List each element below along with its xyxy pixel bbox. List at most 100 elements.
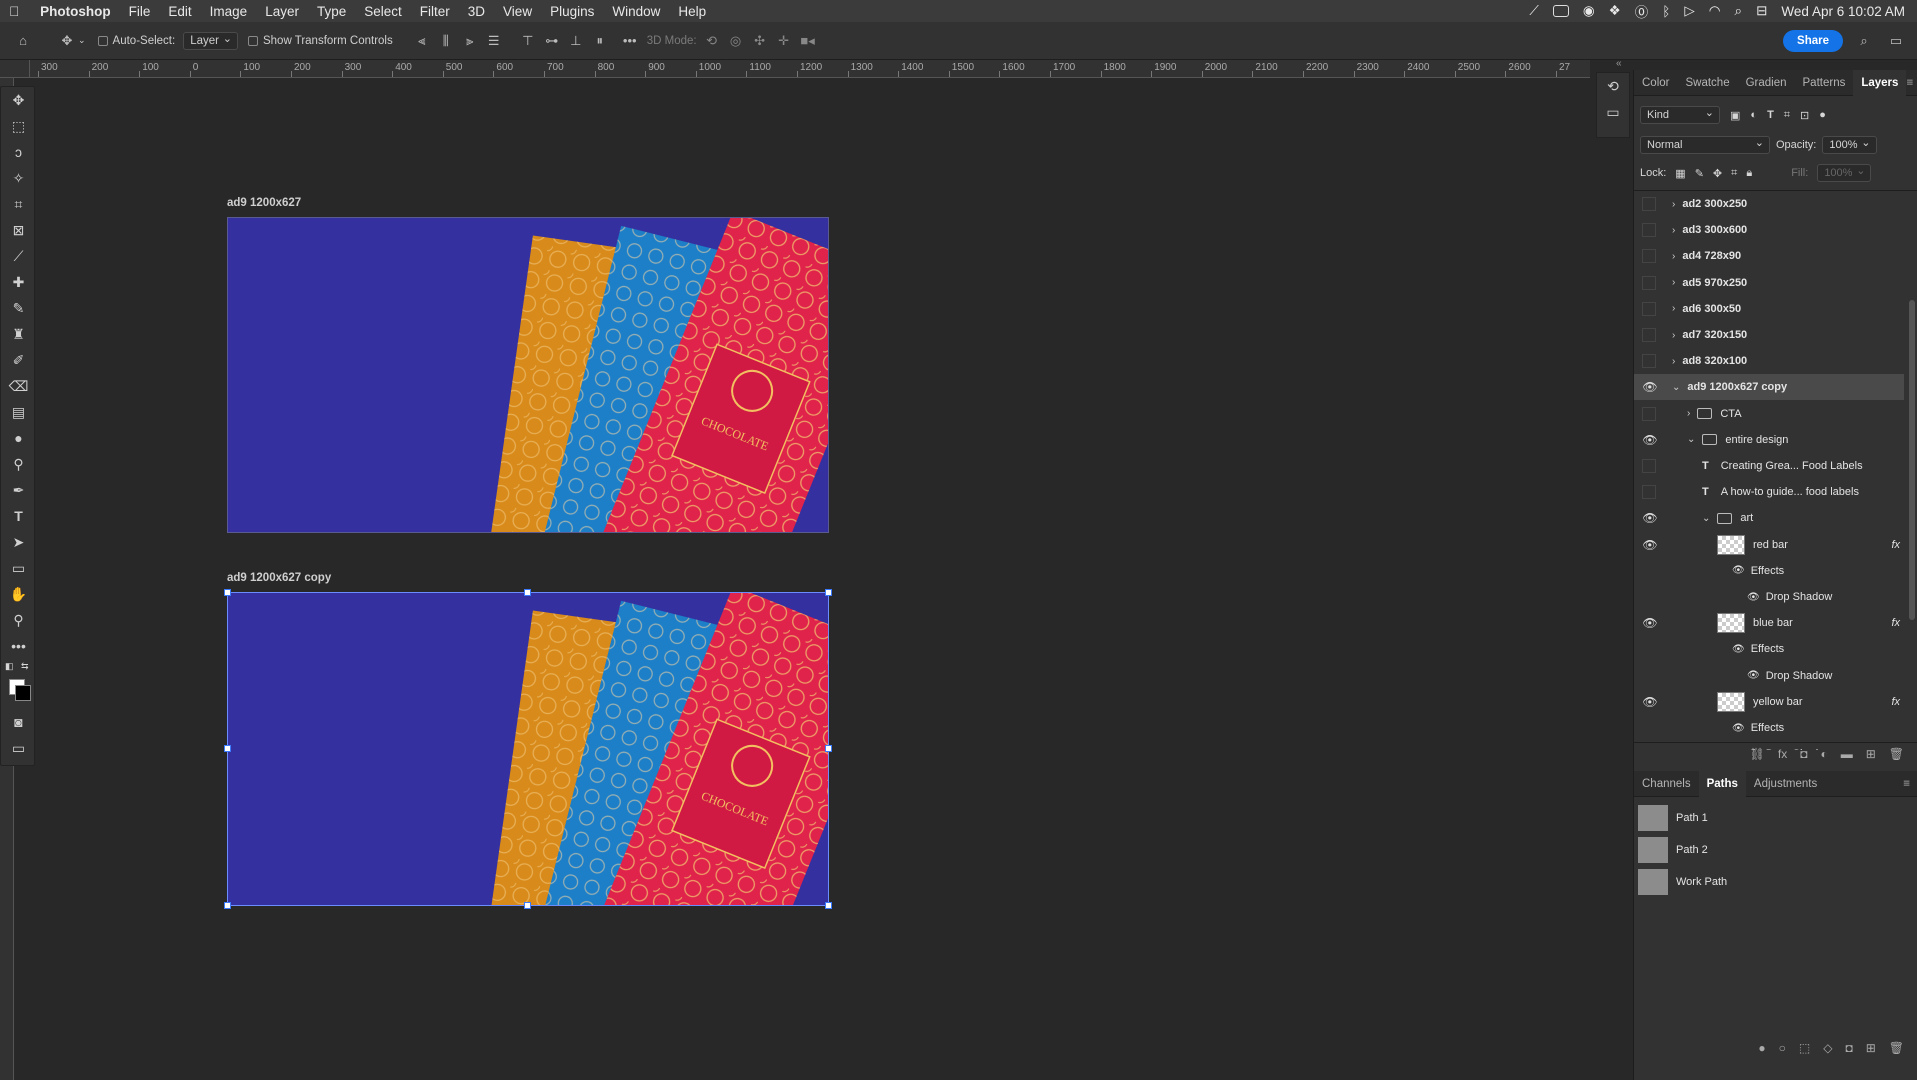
healing-brush-icon[interactable]: ✚ xyxy=(1,269,36,295)
visibility-eye-icon[interactable] xyxy=(1642,406,1656,421)
align-top-icon[interactable]: ⊤ xyxy=(517,30,539,52)
link-layers-icon[interactable]: ⛓ xyxy=(1750,747,1765,761)
comments-icon[interactable]: ▭ xyxy=(1597,99,1629,125)
effect-eye-icon[interactable]: 👁︎ xyxy=(1747,592,1760,603)
layer-row[interactable]: 👁︎ ⌄ ad9 1200x627 copy xyxy=(1634,374,1904,401)
new-path-icon[interactable]: ⊞ xyxy=(1866,1041,1876,1055)
expand-chevron-icon[interactable]: ⌄ xyxy=(1672,382,1680,393)
hand-tool-icon[interactable]: ✋ xyxy=(1,581,36,607)
layer-row[interactable]: › ad7 320x150 xyxy=(1634,322,1904,348)
visibility-eye-icon[interactable]: 👁︎ xyxy=(1642,433,1658,447)
roll-icon[interactable]: ◎ xyxy=(725,30,747,52)
menu-view[interactable]: View xyxy=(494,4,541,19)
new-layer-icon[interactable]: ⊞ xyxy=(1866,747,1876,761)
filter-adjust-icon[interactable]: ◐ xyxy=(1750,109,1757,121)
tab-color[interactable]: Color xyxy=(1634,70,1677,96)
transform-handle[interactable] xyxy=(224,745,231,752)
camera-icon[interactable]: ■◂ xyxy=(797,30,819,52)
menu-help[interactable]: Help xyxy=(669,4,715,19)
visibility-eye-icon[interactable] xyxy=(1642,301,1656,316)
status-icon[interactable]: ⟋ xyxy=(1529,3,1538,19)
layer-row[interactable]: 👁︎ Drop Shadow xyxy=(1634,663,1904,689)
layer-row[interactable]: › ad6 300x50 xyxy=(1634,296,1904,322)
auto-select-dropdown[interactable]: Layer xyxy=(183,31,238,50)
layers-scrollbar[interactable] xyxy=(1909,300,1915,620)
layer-row[interactable]: › ad5 970x250 xyxy=(1634,270,1904,296)
swap-colors-icon[interactable]: ⇆ xyxy=(21,661,29,672)
tab-patterns[interactable]: Patterns xyxy=(1795,70,1854,96)
transform-handle[interactable] xyxy=(825,902,832,909)
menu-image[interactable]: Image xyxy=(201,4,257,19)
history-icon[interactable]: ⟲ xyxy=(1597,73,1629,99)
path-selection-icon[interactable]: ➤ xyxy=(1,529,36,555)
new-adjustment-icon[interactable]: ◐ xyxy=(1820,747,1827,761)
fill-path-icon[interactable]: ● xyxy=(1758,1041,1765,1055)
layer-row[interactable]: 👁︎ ⌄ entire design xyxy=(1634,427,1904,453)
layer-row[interactable]: › ad8 320x100 xyxy=(1634,348,1904,374)
expand-chevron-icon[interactable]: ⌄ xyxy=(1702,513,1710,524)
visibility-eye-icon[interactable]: 👁︎ xyxy=(1642,380,1658,394)
marquee-tool-icon[interactable]: ⬚ xyxy=(1,113,36,139)
layer-row[interactable]: 👁︎ ⌄ art xyxy=(1634,505,1904,531)
eyedropper-icon[interactable]: ⟋ xyxy=(1,243,36,269)
gradient-tool-icon[interactable]: ▤ xyxy=(1,399,36,425)
auto-select-checkbox[interactable] xyxy=(97,35,108,46)
visibility-eye-icon[interactable] xyxy=(1642,459,1656,473)
menu-plugins[interactable]: Plugins xyxy=(541,4,603,19)
artboard-label[interactable]: ad9 1200x627 xyxy=(227,197,301,209)
effect-eye-icon[interactable]: 👁︎ xyxy=(1732,723,1745,734)
layer-row[interactable]: › ad4 728x90 xyxy=(1634,243,1904,269)
play-icon[interactable]: ▷ xyxy=(1684,3,1694,19)
filter-pixel-icon[interactable]: ▣ xyxy=(1730,109,1740,122)
fx-icon[interactable]: fx xyxy=(1891,539,1900,551)
expand-chevron-icon[interactable]: › xyxy=(1672,356,1675,367)
effect-eye-icon[interactable]: 👁︎ xyxy=(1732,565,1745,576)
panel-menu-icon[interactable]: ≡ xyxy=(1903,778,1917,790)
artboard-label[interactable]: ad9 1200x627 copy xyxy=(227,572,331,584)
transform-handle[interactable] xyxy=(825,589,832,596)
tab-layers[interactable]: Layers xyxy=(1853,69,1907,96)
menu-type[interactable]: Type xyxy=(308,4,355,19)
expand-chevron-icon[interactable]: ⌄ xyxy=(1687,434,1695,445)
panel-menu-icon[interactable]: ≡ xyxy=(1906,77,1917,89)
delete-layer-icon[interactable]: 🗑︎ xyxy=(1889,747,1904,761)
kind-filter-dropdown[interactable]: Kind xyxy=(1640,106,1720,124)
transform-handle[interactable] xyxy=(224,589,231,596)
artboard-selected[interactable]: CHOCOLATE xyxy=(227,592,829,906)
clone-stamp-icon[interactable]: ♜ xyxy=(1,321,36,347)
brush-tool-icon[interactable]: ✎ xyxy=(1,295,36,321)
rectangle-tool-icon[interactable]: ▭ xyxy=(1,555,36,581)
layer-row[interactable]: 👁︎ Effects xyxy=(1634,558,1904,584)
cc-icon[interactable]: ◉ xyxy=(1583,3,1595,19)
layer-row[interactable]: 👁︎ blue bar fx xyxy=(1634,610,1904,636)
visibility-eye-icon[interactable]: 👁︎ xyxy=(1642,695,1658,709)
quick-mask-icon[interactable]: ◙ xyxy=(1,709,36,735)
crop-tool-icon[interactable]: ⌗ xyxy=(1,191,36,217)
blur-tool-icon[interactable]: ● xyxy=(1,425,36,451)
opacity-field[interactable]: 100% xyxy=(1822,136,1877,154)
layer-row[interactable]: 👁︎ Effects xyxy=(1634,715,1904,741)
clock[interactable]: Wed Apr 6 10:02 AM xyxy=(1781,4,1905,19)
align-hcenter-icon[interactable]: ⫼ xyxy=(435,30,457,52)
layer-row[interactable]: 👁︎ red bar fx xyxy=(1634,532,1904,558)
lock-artboard-icon[interactable]: ⌗ xyxy=(1731,167,1737,180)
bluetooth-icon[interactable]: ᛒ xyxy=(1662,4,1670,19)
more-options-icon[interactable]: ••• xyxy=(619,30,641,52)
magic-wand-icon[interactable]: ✧ xyxy=(1,165,36,191)
layer-row[interactable]: 👁︎ yellow bar fx xyxy=(1634,689,1904,715)
wifi-icon[interactable]: ◠ xyxy=(1709,3,1721,19)
layer-row[interactable]: › ad2 300x250 xyxy=(1634,191,1904,217)
lock-transparent-icon[interactable]: ▦ xyxy=(1675,167,1685,180)
lock-pixels-icon[interactable]: ✎ xyxy=(1695,167,1704,180)
eraser-tool-icon[interactable]: ⌫ xyxy=(1,373,36,399)
layer-row[interactable]: 👁︎ Effects xyxy=(1634,636,1904,662)
path-row[interactable]: Path 1 xyxy=(1634,802,1917,834)
expand-chevron-icon[interactable]: › xyxy=(1672,251,1675,262)
move-tool-preset-icon[interactable]: ✥ xyxy=(56,30,78,52)
screen-mode-icon[interactable]: ▭ xyxy=(1,735,36,761)
transform-handle[interactable] xyxy=(524,589,531,596)
transform-controls-checkbox[interactable] xyxy=(247,35,258,46)
visibility-eye-icon[interactable] xyxy=(1642,223,1656,238)
expand-chevron-icon[interactable]: › xyxy=(1672,277,1675,288)
share-button[interactable]: Share xyxy=(1783,29,1843,52)
